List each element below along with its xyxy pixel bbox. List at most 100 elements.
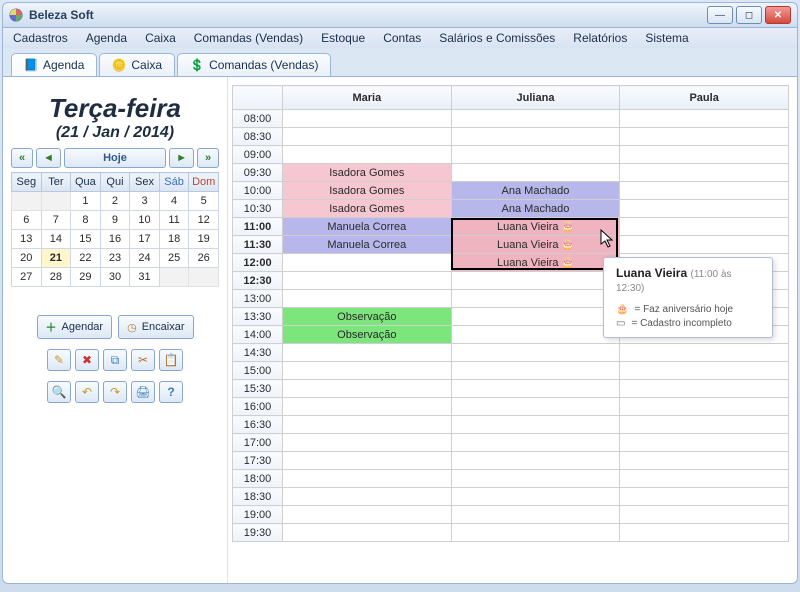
cal-day[interactable]: 8: [71, 211, 101, 230]
next-button[interactable]: ►: [169, 148, 194, 168]
cal-day[interactable]: 22: [71, 249, 101, 268]
schedule-cell[interactable]: [451, 290, 620, 308]
copy-icon[interactable]: ⧉: [103, 349, 127, 371]
column-header[interactable]: Juliana: [451, 86, 620, 110]
schedule-cell[interactable]: [451, 146, 620, 164]
schedule-cell[interactable]: Isadora Gomes: [283, 164, 452, 182]
schedule-cell[interactable]: [451, 380, 620, 398]
today-button[interactable]: Hoje: [64, 148, 166, 168]
schedule-cell[interactable]: [451, 344, 620, 362]
cal-day[interactable]: 24: [130, 249, 160, 268]
column-header[interactable]: Paula: [620, 86, 789, 110]
mini-calendar[interactable]: SegTerQuaQuiSexSábDom1234567891011121314…: [11, 172, 219, 287]
schedule-cell[interactable]: [451, 164, 620, 182]
schedule-cell[interactable]: [451, 272, 620, 290]
cal-day[interactable]: 5: [189, 192, 219, 211]
encaixar-button[interactable]: ◷ Encaixar: [118, 315, 193, 339]
schedule-cell[interactable]: Luana Vieira🎂: [451, 218, 620, 236]
cal-day[interactable]: 17: [130, 230, 160, 249]
tab-agenda[interactable]: 📘Agenda: [11, 53, 97, 76]
menu-agenda[interactable]: Agenda: [86, 31, 127, 45]
schedule-cell[interactable]: [451, 362, 620, 380]
schedule-cell[interactable]: Manuela Correa: [283, 218, 452, 236]
agendar-button[interactable]: ＋ Agendar: [37, 315, 113, 339]
schedule-cell[interactable]: [451, 398, 620, 416]
schedule-cell[interactable]: [451, 308, 620, 326]
schedule-cell[interactable]: Isadora Gomes: [283, 182, 452, 200]
schedule-cell[interactable]: [620, 164, 789, 182]
first-button[interactable]: «: [11, 148, 33, 168]
schedule-cell[interactable]: [620, 434, 789, 452]
menu-contas[interactable]: Contas: [383, 31, 421, 45]
cal-day[interactable]: 18: [159, 230, 189, 249]
schedule-cell[interactable]: [451, 326, 620, 344]
cal-day[interactable]: 11: [159, 211, 189, 230]
maximize-button[interactable]: ◻: [736, 6, 762, 24]
cal-day[interactable]: 14: [41, 230, 71, 249]
schedule-cell[interactable]: [283, 254, 452, 272]
schedule-cell[interactable]: [620, 128, 789, 146]
schedule-cell[interactable]: [620, 362, 789, 380]
schedule-cell[interactable]: [451, 506, 620, 524]
schedule-cell[interactable]: Observação: [283, 326, 452, 344]
cal-day[interactable]: 25: [159, 249, 189, 268]
cut-icon[interactable]: ✂: [131, 349, 155, 371]
schedule-cell[interactable]: [451, 470, 620, 488]
cal-day[interactable]: 15: [71, 230, 101, 249]
cal-day[interactable]: 10: [130, 211, 160, 230]
cal-day[interactable]: 7: [41, 211, 71, 230]
cal-day[interactable]: 31: [130, 268, 160, 287]
schedule-cell[interactable]: [283, 362, 452, 380]
schedule-cell[interactable]: [283, 290, 452, 308]
cal-day[interactable]: 27: [12, 268, 42, 287]
cal-day[interactable]: 26: [189, 249, 219, 268]
schedule-cell[interactable]: [451, 416, 620, 434]
schedule-cell[interactable]: [620, 470, 789, 488]
schedule-cell[interactable]: [451, 524, 620, 542]
schedule-cell[interactable]: [283, 434, 452, 452]
cal-day[interactable]: 4: [159, 192, 189, 211]
menu-cadastros[interactable]: Cadastros: [13, 31, 68, 45]
cal-day[interactable]: 23: [100, 249, 130, 268]
schedule-cell[interactable]: [620, 452, 789, 470]
column-header[interactable]: Maria: [283, 86, 452, 110]
schedule-cell[interactable]: [620, 236, 789, 254]
cal-day[interactable]: 20: [12, 249, 42, 268]
edit-icon[interactable]: ✎: [47, 349, 71, 371]
schedule-cell[interactable]: [451, 434, 620, 452]
schedule-cell[interactable]: [283, 398, 452, 416]
schedule-cell[interactable]: [283, 344, 452, 362]
schedule-cell[interactable]: [451, 110, 620, 128]
schedule-cell[interactable]: [283, 524, 452, 542]
schedule-cell[interactable]: [620, 488, 789, 506]
schedule-cell[interactable]: [451, 488, 620, 506]
help-icon[interactable]: ?: [159, 381, 183, 403]
menu-comandas-vendas-[interactable]: Comandas (Vendas): [194, 31, 303, 45]
cal-day[interactable]: 1: [71, 192, 101, 211]
redo-icon[interactable]: ↷: [103, 381, 127, 403]
schedule-cell[interactable]: [620, 344, 789, 362]
cal-day[interactable]: 3: [130, 192, 160, 211]
schedule-cell[interactable]: Luana Vieira🎂: [451, 254, 620, 272]
last-button[interactable]: »: [197, 148, 219, 168]
schedule-cell[interactable]: [283, 416, 452, 434]
cal-day[interactable]: 2: [100, 192, 130, 211]
schedule-cell[interactable]: [620, 146, 789, 164]
print-icon[interactable]: 🖨: [131, 381, 155, 403]
cal-day[interactable]: 13: [12, 230, 42, 249]
menu-relat-rios[interactable]: Relatórios: [573, 31, 627, 45]
menu-caixa[interactable]: Caixa: [145, 31, 176, 45]
search-icon[interactable]: 🔍: [47, 381, 71, 403]
cal-day[interactable]: 16: [100, 230, 130, 249]
menu-sistema[interactable]: Sistema: [645, 31, 688, 45]
schedule-cell[interactable]: Isadora Gomes: [283, 200, 452, 218]
schedule-cell[interactable]: [283, 110, 452, 128]
schedule-cell[interactable]: [283, 452, 452, 470]
schedule-cell[interactable]: [283, 128, 452, 146]
schedule-cell[interactable]: [283, 470, 452, 488]
menu-estoque[interactable]: Estoque: [321, 31, 365, 45]
schedule-cell[interactable]: Ana Machado: [451, 182, 620, 200]
schedule-cell[interactable]: [283, 488, 452, 506]
tab-comandas-vendas-[interactable]: 💲Comandas (Vendas): [177, 53, 331, 76]
schedule-cell[interactable]: [451, 128, 620, 146]
